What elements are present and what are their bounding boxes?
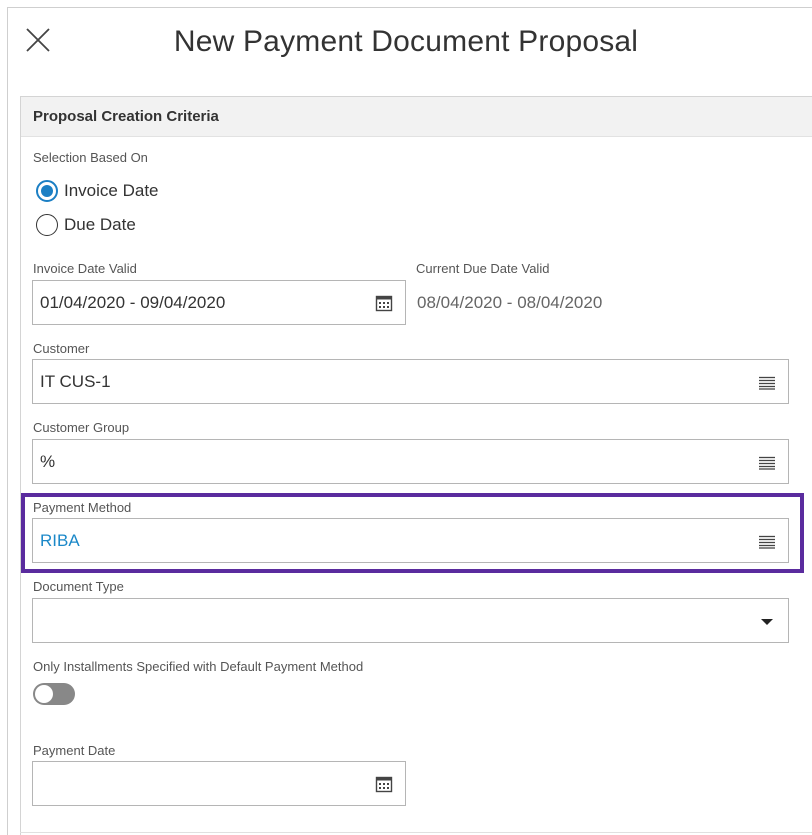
selection-label: Selection Based On [33, 150, 148, 165]
panel-header-title: Proposal Creation Criteria [33, 108, 219, 125]
panel-header: Proposal Creation Criteria [21, 97, 812, 137]
radio-invoice-date[interactable]: Invoice Date [36, 180, 159, 202]
radio-invoice-date-label: Invoice Date [64, 181, 159, 200]
payment-date-field[interactable] [32, 761, 406, 806]
radio-unchecked-icon [36, 214, 58, 236]
customer-field[interactable]: IT CUS-1 [32, 359, 789, 404]
payment-method-label: Payment Method [33, 500, 132, 515]
current-due-date-valid-label: Current Due Date Valid [416, 261, 550, 276]
only-installments-toggle[interactable] [33, 683, 75, 705]
current-due-date-valid-value: 08/04/2020 - 08/04/2020 [417, 293, 603, 312]
invoice-date-valid-value: 01/04/2020 - 09/04/2020 [40, 293, 226, 312]
customer-group-value: % [40, 452, 56, 471]
payment-date-label: Payment Date [33, 743, 116, 758]
calendar-icon[interactable] [375, 294, 393, 312]
invoice-date-valid-label: Invoice Date Valid [33, 261, 137, 276]
dialog-title: New Payment Document Proposal [173, 25, 639, 58]
customer-group-label: Customer Group [33, 420, 130, 435]
list-icon[interactable] [758, 453, 776, 471]
calendar-icon[interactable] [375, 775, 393, 793]
panel-bottom-divider [20, 832, 812, 833]
payment-method-value[interactable]: RIBA [40, 531, 80, 551]
customer-group-field[interactable]: % [32, 439, 789, 484]
radio-due-date-label: Due Date [64, 215, 136, 234]
radio-checked-icon [36, 180, 58, 202]
document-type-select[interactable] [32, 598, 789, 643]
list-icon[interactable] [758, 373, 776, 391]
customer-label: Customer [33, 341, 90, 356]
customer-value: IT CUS-1 [40, 372, 111, 391]
caret-down-icon[interactable] [758, 612, 776, 630]
list-icon[interactable] [758, 532, 776, 550]
only-installments-label: Only Installments Specified with Default… [33, 659, 364, 674]
invoice-date-valid-field[interactable]: 01/04/2020 - 09/04/2020 [32, 280, 406, 325]
payment-method-field[interactable]: RIBA [32, 518, 789, 563]
document-type-label: Document Type [33, 579, 124, 594]
radio-due-date[interactable]: Due Date [36, 214, 136, 236]
